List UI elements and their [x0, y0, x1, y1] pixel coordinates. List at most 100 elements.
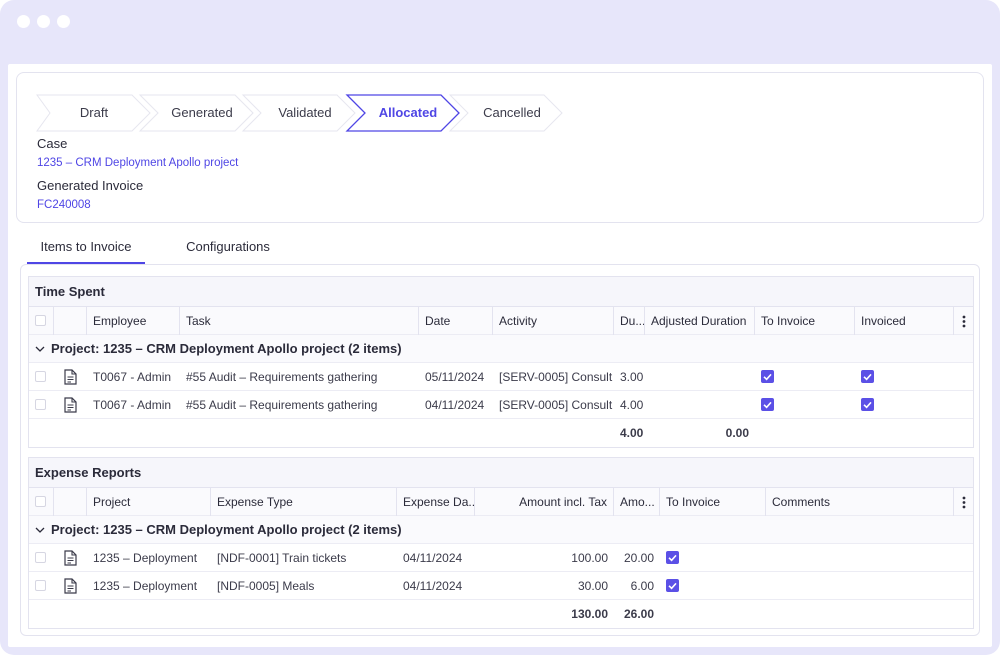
select-all-checkbox[interactable]: [35, 496, 46, 507]
to-invoice-cell[interactable]: [660, 544, 766, 572]
column-adjusted-duration[interactable]: Adjusted Duration: [645, 307, 755, 335]
expense-date-cell: 04/11/2024: [403, 551, 463, 565]
window-dot-icon: [17, 15, 30, 28]
total-adjusted-duration: 0.00: [725, 426, 749, 440]
row-select-cell[interactable]: [29, 363, 54, 391]
column-amount-tax[interactable]: Amo...: [614, 488, 660, 516]
row-select-cell[interactable]: [29, 391, 54, 419]
select-all-checkbox[interactable]: [35, 315, 46, 326]
column-to-invoice[interactable]: To Invoice: [660, 488, 766, 516]
document-icon[interactable]: [64, 550, 77, 566]
step-cancelled[interactable]: Cancelled: [464, 94, 560, 132]
time-spent-section: Time Spent Employee Task Date Activity D…: [28, 276, 974, 448]
comments-cell[interactable]: [766, 572, 954, 600]
employee-cell: T0067 - Admin: [93, 398, 172, 412]
expense-header-row: Project Expense Type Expense Da... Amoun…: [29, 488, 973, 516]
column-comments[interactable]: Comments: [766, 488, 954, 516]
case-link[interactable]: 1235 – CRM Deployment Apollo project: [37, 157, 238, 169]
project-cell: 1235 – Deployment: [93, 551, 198, 565]
tab-bar: Items to Invoice Configurations: [26, 236, 326, 264]
to-invoice-cell[interactable]: [755, 391, 855, 419]
step-allocated[interactable]: Allocated: [360, 94, 456, 132]
kebab-menu-icon[interactable]: [962, 496, 966, 509]
column-expense-date[interactable]: Expense Da...: [397, 488, 475, 516]
document-icon[interactable]: [64, 578, 77, 594]
time-spent-group-row[interactable]: Project: 1235 – CRM Deployment Apollo pr…: [29, 335, 973, 363]
amount-incl-tax-cell: 100.00: [571, 551, 608, 565]
column-date[interactable]: Date: [419, 307, 493, 335]
row-select-cell[interactable]: [29, 572, 54, 600]
chevron-down-icon[interactable]: [35, 335, 51, 363]
column-task[interactable]: Task: [180, 307, 419, 335]
to-invoice-cell[interactable]: [755, 363, 855, 391]
row-checkbox[interactable]: [35, 580, 46, 591]
comments-cell[interactable]: [766, 544, 954, 572]
column-duration[interactable]: Du...: [614, 307, 645, 335]
expense-group-row[interactable]: Project: 1235 – CRM Deployment Apollo pr…: [29, 516, 973, 544]
column-to-invoice[interactable]: To Invoice: [755, 307, 855, 335]
column-employee[interactable]: Employee: [87, 307, 180, 335]
table-row[interactable]: T0067 - Admin #55 Audit – Requirements g…: [29, 391, 973, 419]
group-label: Project: 1235 – CRM Deployment Apollo pr…: [51, 522, 402, 537]
group-label: Project: 1235 – CRM Deployment Apollo pr…: [51, 341, 402, 356]
column-options[interactable]: [954, 488, 975, 516]
group-header[interactable]: Project: 1235 – CRM Deployment Apollo pr…: [35, 516, 402, 544]
date-cell: 05/11/2024: [425, 370, 485, 384]
step-validated[interactable]: Validated: [257, 94, 353, 132]
total-amount-tax: 26.00: [623, 607, 654, 621]
tab-items-to-invoice[interactable]: Items to Invoice: [27, 236, 145, 264]
row-checkbox[interactable]: [35, 399, 46, 410]
expense-reports-section: Expense Reports Project Expense Type Exp…: [28, 457, 974, 629]
expense-type-cell: [NDF-0005] Meals: [217, 579, 315, 593]
chevron-down-icon[interactable]: [35, 516, 51, 544]
expense-reports-title: Expense Reports: [29, 458, 973, 488]
status-stepper: Draft Generated Validated Allocated Canc…: [36, 94, 576, 132]
group-header[interactable]: Project: 1235 – CRM Deployment Apollo pr…: [35, 335, 402, 363]
column-expense-type[interactable]: Expense Type: [211, 488, 397, 516]
row-icon-cell[interactable]: [54, 363, 87, 391]
activity-cell: [SERV-0005] Consult: [499, 398, 613, 412]
task-cell: #55 Audit – Requirements gathering: [186, 370, 378, 384]
amount-tax-cell: 20.00: [623, 551, 654, 565]
browser-frame: Draft Generated Validated Allocated Canc…: [0, 0, 1000, 655]
column-project[interactable]: Project: [87, 488, 211, 516]
row-icon-cell[interactable]: [54, 544, 87, 572]
expense-date-cell: 04/11/2024: [403, 579, 463, 593]
generated-invoice-label: Generated Invoice: [37, 178, 144, 193]
checkbox-checked-icon[interactable]: [861, 398, 874, 411]
generated-invoice-link[interactable]: FC240008: [37, 199, 91, 211]
document-icon[interactable]: [64, 397, 77, 413]
table-row[interactable]: 1235 – Deployment [NDF-0001] Train ticke…: [29, 544, 973, 572]
kebab-menu-icon[interactable]: [962, 315, 966, 328]
row-icon-cell[interactable]: [54, 572, 87, 600]
row-checkbox[interactable]: [35, 371, 46, 382]
column-activity[interactable]: Activity: [493, 307, 614, 335]
total-amount-incl-tax: 130.00: [571, 607, 608, 621]
column-amount-incl-tax[interactable]: Amount incl. Tax: [475, 488, 614, 516]
adjusted-duration-cell[interactable]: [645, 363, 755, 391]
table-row[interactable]: 1235 – Deployment [NDF-0005] Meals 04/11…: [29, 572, 973, 600]
select-all-cell[interactable]: [29, 488, 54, 516]
to-invoice-cell[interactable]: [660, 572, 766, 600]
checkbox-checked-icon[interactable]: [861, 370, 874, 383]
checkbox-checked-icon[interactable]: [761, 398, 774, 411]
step-generated[interactable]: Generated: [154, 94, 250, 132]
checkbox-checked-icon[interactable]: [666, 551, 679, 564]
tab-configurations[interactable]: Configurations: [176, 236, 280, 264]
checkbox-checked-icon[interactable]: [761, 370, 774, 383]
row-select-cell[interactable]: [29, 544, 54, 572]
invoiced-cell[interactable]: [855, 391, 954, 419]
checkbox-checked-icon[interactable]: [666, 579, 679, 592]
document-icon[interactable]: [64, 369, 77, 385]
table-row[interactable]: T0067 - Admin #55 Audit – Requirements g…: [29, 363, 973, 391]
adjusted-duration-cell[interactable]: [645, 391, 755, 419]
app-content: Draft Generated Validated Allocated Canc…: [8, 64, 992, 647]
step-draft[interactable]: Draft: [48, 94, 140, 132]
column-options[interactable]: [954, 307, 975, 335]
invoiced-cell[interactable]: [855, 363, 954, 391]
column-invoiced[interactable]: Invoiced: [855, 307, 954, 335]
amount-tax-cell: 6.00: [630, 579, 654, 593]
row-checkbox[interactable]: [35, 552, 46, 563]
select-all-cell[interactable]: [29, 307, 54, 335]
row-icon-cell[interactable]: [54, 391, 87, 419]
